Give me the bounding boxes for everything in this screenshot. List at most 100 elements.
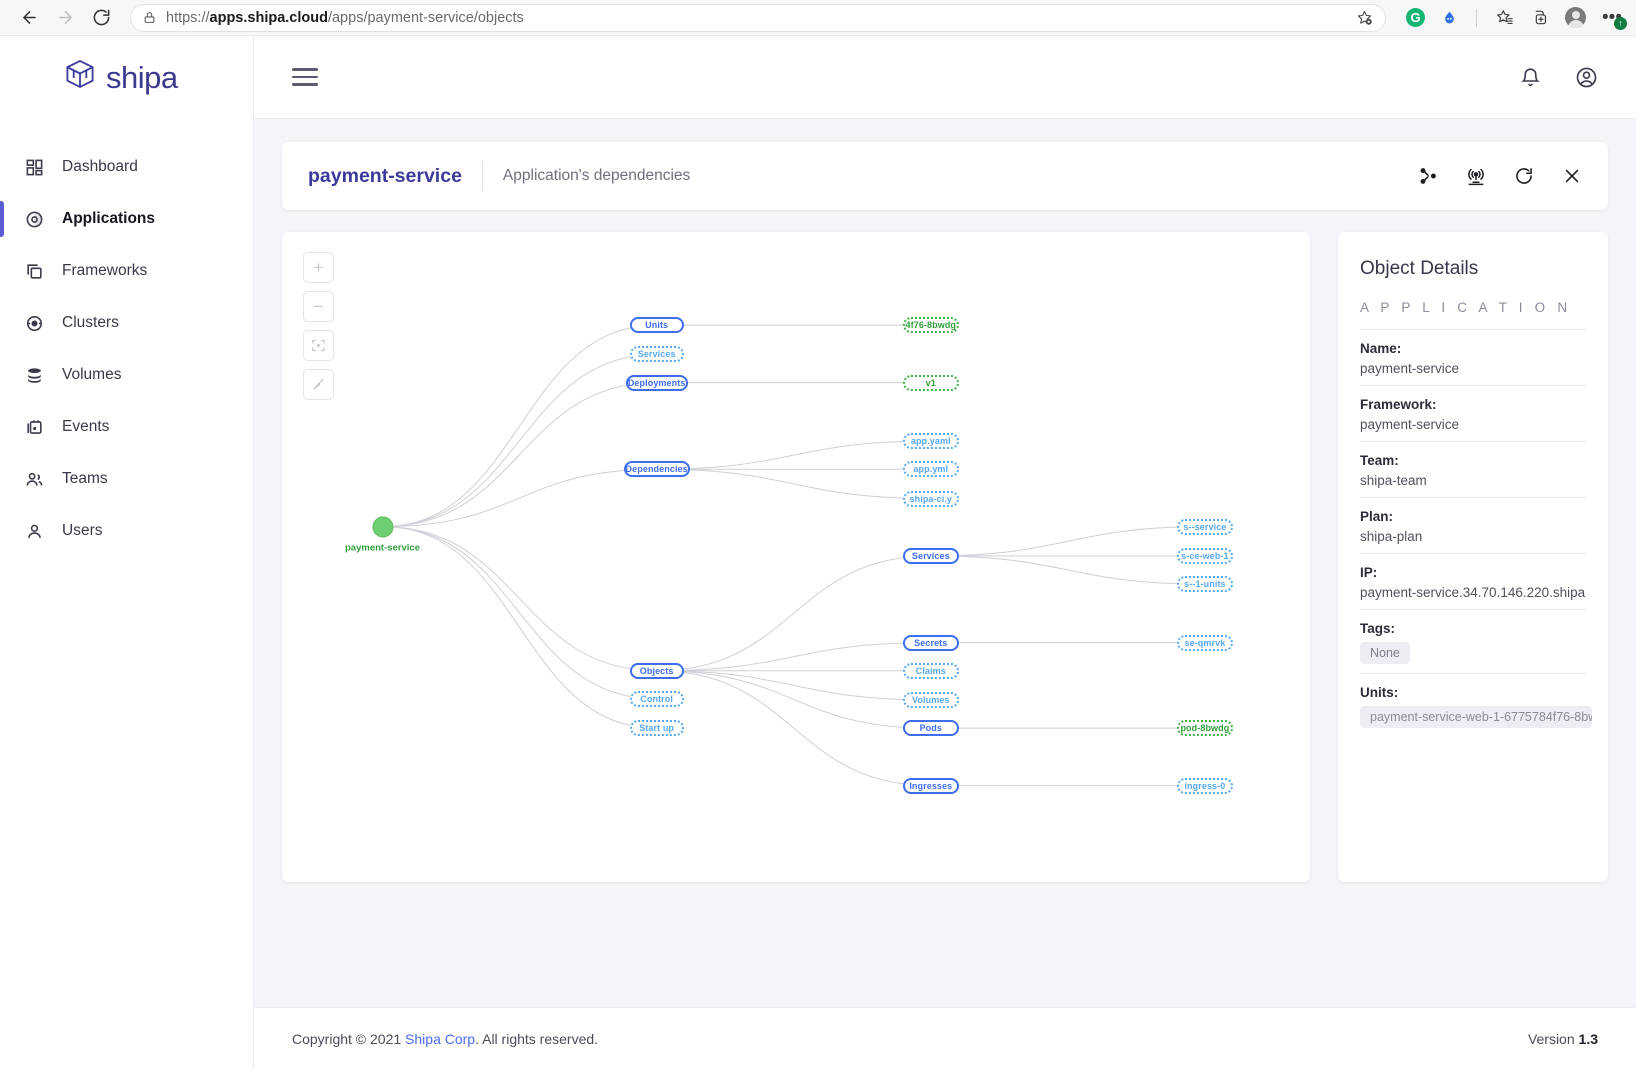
url-domain: apps.shipa.cloud [209, 9, 328, 26]
copyright-prefix: Copyright © 2021 [292, 1030, 406, 1047]
detail-row-units: Units: payment-service-web-1-6775784f76-… [1360, 674, 1592, 742]
frameworks-icon [22, 259, 46, 283]
object-details-panel: Object Details A P P L I C A T I O N Nam… [1338, 232, 1608, 882]
graph-node[interactable]: Control [629, 690, 684, 707]
volumes-icon [22, 363, 46, 387]
share-nodes-icon[interactable] [1418, 166, 1438, 186]
detail-value: shipa-plan [1360, 529, 1423, 544]
url-text: https://apps.shipa.cloud/apps/payment-se… [166, 10, 524, 26]
url-scheme: https:// [166, 9, 210, 26]
shipa-logo-icon [66, 59, 94, 88]
detail-row-team: Team: shipa-team [1360, 442, 1586, 498]
profile-avatar-icon[interactable] [1565, 7, 1587, 28]
graph-node[interactable]: v1 [902, 374, 959, 391]
details-kind: A P P L I C A T I O N [1360, 300, 1586, 330]
graph-nodes: payment-service Units Services Deployments D… [282, 232, 1310, 882]
sidebar-item-clusters[interactable]: Clusters [0, 297, 253, 349]
sidebar-item-frameworks[interactable]: Frameworks [0, 245, 253, 297]
graph-node[interactable]: Services [902, 547, 959, 564]
sidebar-item-label: Applications [62, 210, 156, 227]
users-icon [22, 519, 46, 543]
graph-node[interactable]: 4f76-8bwdg [902, 317, 959, 334]
main-area: payment-service Application's dependenci… [254, 36, 1636, 1069]
page-title: payment-service [308, 164, 462, 187]
address-bar[interactable]: https://apps.shipa.cloud/apps/payment-se… [130, 3, 1387, 32]
page-content: payment-service Application's dependenci… [254, 119, 1636, 1007]
detail-label: Name: [1360, 341, 1402, 356]
sidebar-item-label: Events [62, 418, 110, 435]
sidebar-item-dashboard[interactable]: Dashboard [0, 141, 253, 193]
account-circle-icon[interactable] [1575, 66, 1598, 89]
sidebar-item-label: Users [62, 522, 103, 539]
graph-root-label: payment-service [345, 542, 420, 554]
favorites-icon[interactable] [1495, 8, 1514, 27]
graph-node[interactable]: Dependencies [623, 461, 690, 478]
bell-icon[interactable] [1520, 67, 1541, 88]
page-subtitle: Application's dependencies [502, 167, 691, 184]
detail-value: shipa-team [1360, 473, 1427, 488]
detail-label: Team: [1360, 453, 1399, 468]
shipa-corp-link[interactable]: Shipa Corp [405, 1031, 475, 1047]
app-shell: shipa Dashboard Applications Frameworks [0, 36, 1636, 1069]
sidebar-item-applications[interactable]: Applications [0, 193, 253, 245]
workspace: + − payment-service Units Services Deployme… [282, 232, 1608, 882]
refresh-icon[interactable] [1514, 166, 1534, 186]
broadcast-icon[interactable] [1466, 166, 1486, 186]
graph-node[interactable]: Objects [629, 662, 684, 679]
browser-back-button[interactable] [14, 3, 44, 33]
graph-node[interactable]: Services [629, 346, 684, 363]
sidebar-item-volumes[interactable]: Volumes [0, 349, 253, 401]
detail-label: Tags: [1360, 621, 1396, 636]
panel-header: payment-service Application's dependenci… [282, 142, 1608, 210]
graph-node[interactable]: pod-8bwdg [1176, 720, 1233, 737]
grammarly-icon[interactable]: G [1406, 8, 1426, 27]
detail-label: Units: [1360, 685, 1399, 700]
detail-value: payment-service.34.70.146.220.shipa [1360, 585, 1586, 600]
dependency-graph[interactable]: + − payment-service Units Services Deployme… [282, 232, 1310, 882]
hamburger-menu-icon[interactable] [292, 68, 318, 86]
graph-node[interactable]: Volumes [902, 692, 959, 708]
graph-node[interactable]: Start up [629, 720, 684, 737]
more-options-icon[interactable]: ••• ↑ [1602, 8, 1627, 30]
graph-node[interactable]: s--1-units [1176, 576, 1233, 593]
graph-node[interactable]: Pods [902, 720, 959, 737]
copyright-suffix: . All rights reserved. [475, 1030, 599, 1047]
teams-icon [22, 467, 46, 491]
sidebar-item-teams[interactable]: Teams [0, 453, 253, 505]
graph-node[interactable]: shipa-ci.y [902, 490, 959, 507]
shipa-logo[interactable]: shipa [0, 36, 253, 119]
browser-reload-button[interactable] [86, 3, 116, 33]
graph-root-node[interactable] [372, 516, 393, 538]
graph-node[interactable]: Deployments [625, 374, 688, 391]
graph-node[interactable]: Ingresses [902, 777, 959, 794]
title-divider [481, 161, 483, 191]
sidebar-nav: Dashboard Applications Frameworks Cluste… [0, 119, 253, 557]
graph-node[interactable]: app.yml [902, 461, 959, 478]
graph-node[interactable]: se-qmrvk [1176, 634, 1233, 651]
graph-node[interactable]: Claims [902, 662, 959, 679]
graph-node[interactable]: s--service [1176, 518, 1233, 535]
sidebar-item-users[interactable]: Users [0, 505, 253, 557]
sidebar-item-label: Clusters [62, 314, 119, 331]
details-title: Object Details [1360, 258, 1479, 279]
graph-node[interactable]: s-ce-web-1 [1176, 547, 1233, 564]
add-bookmark-icon[interactable] [1356, 9, 1373, 26]
tags-badge: None [1360, 642, 1410, 664]
drop-icon[interactable] [1441, 8, 1458, 27]
add-tab-group-icon[interactable] [1530, 8, 1549, 27]
browser-extension-icons: G ••• ↑ [1400, 7, 1627, 30]
sidebar-item-events[interactable]: Events [0, 401, 253, 453]
version-number: 1.3 [1578, 1030, 1598, 1047]
graph-node[interactable]: Units [629, 317, 684, 334]
graph-node[interactable]: Secrets [902, 634, 959, 651]
url-path: /apps/payment-service/objects [327, 9, 524, 26]
detail-row-ip: IP: payment-service.34.70.146.220.shipa [1360, 554, 1586, 610]
browser-toolbar: https://apps.shipa.cloud/apps/payment-se… [0, 0, 1636, 36]
graph-node[interactable]: ingress-0 [1176, 777, 1233, 794]
close-icon[interactable] [1562, 166, 1582, 186]
detail-row-name: Name: payment-service [1360, 330, 1586, 386]
detail-label: Framework: [1360, 397, 1437, 412]
detail-value: payment-service [1360, 417, 1460, 432]
graph-node[interactable]: app.yaml [902, 433, 959, 450]
browser-forward-button[interactable] [50, 3, 80, 33]
